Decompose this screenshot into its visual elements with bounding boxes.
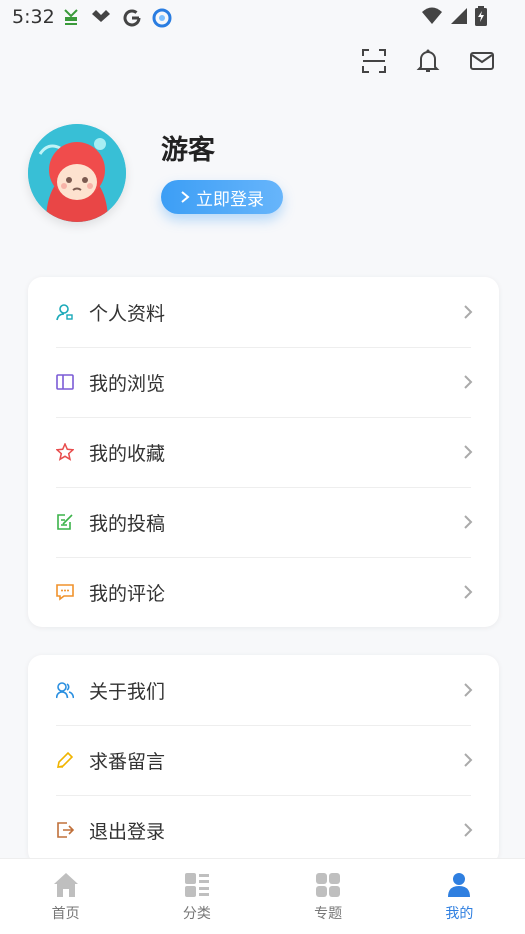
profile-icon	[448, 873, 471, 897]
google-icon	[123, 9, 141, 27]
app-notification-icon	[92, 10, 110, 22]
menu-item-label: 关于我们	[89, 680, 166, 703]
tab-label: 分类	[182, 906, 211, 922]
menu-item-submissions[interactable]: 我的投稿	[28, 487, 499, 557]
android-notification-icon	[64, 9, 78, 25]
book-icon	[56, 374, 74, 390]
chevron-right-icon	[464, 445, 473, 459]
bell-icon[interactable]	[415, 48, 441, 74]
pencil-icon	[56, 751, 74, 769]
status-bar: 5:32	[0, 0, 525, 36]
chevron-right-icon	[464, 305, 473, 319]
home-icon	[53, 873, 78, 897]
menu-item-label: 退出登录	[89, 820, 166, 843]
avatar-illustration	[28, 124, 126, 222]
menu-item-label: 我的浏览	[89, 372, 166, 395]
status-time: 5:32	[12, 6, 55, 28]
menu-item-label: 我的收藏	[89, 442, 166, 465]
star-icon	[56, 443, 74, 461]
username: 游客	[161, 135, 215, 166]
menu-item-profile[interactable]: 个人资料	[28, 277, 499, 347]
users-icon	[56, 682, 74, 699]
topics-icon	[316, 873, 341, 897]
bottom-tab-bar: 首页 分类 专题 我的	[0, 858, 525, 934]
menu-item-label: 求番留言	[89, 750, 166, 773]
tab-label: 专题	[314, 906, 343, 922]
chevron-right-icon	[464, 375, 473, 389]
tab-home[interactable]: 首页	[0, 859, 131, 934]
menu-card-primary: 个人资料 我的浏览 我的收藏 我的投稿 我的评论	[28, 277, 499, 627]
tab-label: 我的	[445, 906, 474, 922]
tab-category[interactable]: 分类	[131, 859, 262, 934]
edit-icon	[57, 514, 73, 530]
tab-topics[interactable]: 专题	[263, 859, 394, 934]
menu-item-label: 我的投稿	[89, 512, 166, 535]
menu-item-about[interactable]: 关于我们	[28, 655, 499, 725]
signal-icon	[451, 8, 467, 24]
menu-item-label: 我的评论	[89, 582, 166, 605]
wifi-icon	[422, 7, 442, 24]
chevron-right-icon	[464, 753, 473, 767]
login-button-label: 立即登录	[196, 189, 264, 210]
chevron-right-icon	[464, 515, 473, 529]
tab-label: 首页	[51, 906, 80, 922]
menu-item-history[interactable]: 我的浏览	[28, 347, 499, 417]
menu-card-secondary: 关于我们 求番留言 退出登录	[28, 655, 499, 865]
battery-icon	[475, 6, 487, 26]
avatar-wrap	[28, 124, 126, 222]
scan-icon[interactable]	[361, 48, 387, 74]
top-actions	[361, 48, 495, 74]
menu-item-comments[interactable]: 我的评论	[28, 557, 499, 627]
chevron-right-icon	[464, 683, 473, 697]
logout-icon	[57, 822, 74, 838]
comment-icon	[56, 584, 74, 601]
login-button[interactable]: 立即登录	[161, 180, 283, 214]
mail-icon[interactable]	[469, 48, 495, 74]
user-icon	[56, 304, 73, 321]
tab-mine[interactable]: 我的	[394, 859, 525, 934]
menu-item-logout[interactable]: 退出登录	[28, 795, 499, 865]
menu-item-label: 个人资料	[89, 302, 166, 325]
menu-item-request[interactable]: 求番留言	[28, 725, 499, 795]
chevron-right-icon	[464, 585, 473, 599]
chevron-right-icon	[464, 823, 473, 837]
chevron-right-icon	[181, 191, 190, 203]
category-icon	[184, 873, 209, 897]
browser-notification-icon	[152, 8, 172, 28]
avatar[interactable]	[28, 124, 126, 222]
menu-item-favorites[interactable]: 我的收藏	[28, 417, 499, 487]
